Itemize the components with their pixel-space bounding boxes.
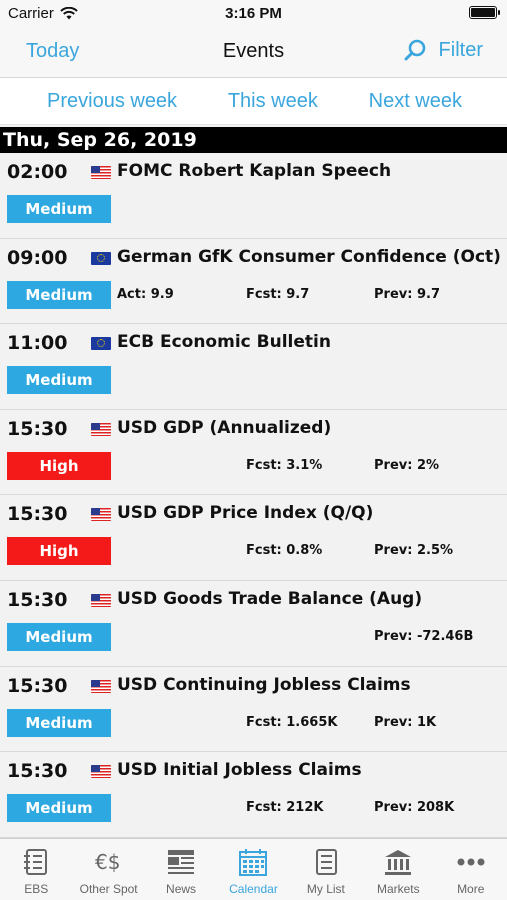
mylist-icon xyxy=(315,849,337,875)
event-title: USD GDP (Annualized) xyxy=(117,417,332,438)
previous-week-button[interactable]: Previous week xyxy=(47,90,177,113)
importance-badge: Medium xyxy=(7,195,111,223)
bank-icon xyxy=(385,850,412,875)
importance-badge: High xyxy=(7,451,111,480)
list-icon xyxy=(24,849,48,875)
search-icon xyxy=(404,39,425,61)
event-previous: Prev: 2% xyxy=(374,457,440,473)
battery-icon xyxy=(469,6,500,19)
event-previous: Prev: 2.5% xyxy=(374,543,454,559)
event-title: USD Goods Trade Balance (Aug) xyxy=(117,588,423,609)
next-week-button[interactable]: Next week xyxy=(369,90,462,113)
tab-news[interactable]: News xyxy=(145,839,217,900)
event-forecast: Fcst: 3.1% xyxy=(246,457,323,473)
tab-calendar[interactable]: Calendar xyxy=(217,839,289,900)
event-title: USD Initial Jobless Claims xyxy=(117,760,362,781)
status-time: 3:16 PM xyxy=(225,5,282,22)
events-list: 02:00 FOMC Robert Kaplan Speech Medium 0… xyxy=(0,153,507,838)
event-title: ECB Economic Bulletin xyxy=(117,332,331,353)
event-forecast: Fcst: 9.7 xyxy=(246,286,310,302)
importance-badge: Medium xyxy=(7,366,111,395)
event-row[interactable]: 15:30 USD Continuing Jobless Claims Medi… xyxy=(0,667,507,753)
event-row[interactable]: 11:00 ECB Economic Bulletin Medium xyxy=(0,324,507,410)
us-flag-icon xyxy=(91,765,111,779)
importance-badge: Medium xyxy=(7,794,111,823)
event-previous: Prev: -72.46B xyxy=(374,628,474,644)
eu-flag-icon xyxy=(91,337,111,351)
event-forecast: Fcst: 212K xyxy=(246,800,324,816)
event-row[interactable]: 15:30 USD GDP (Annualized) High Fcst: 3.… xyxy=(0,410,507,496)
us-flag-icon xyxy=(91,166,111,179)
tab-label: EBS xyxy=(24,882,49,896)
tab-label: More xyxy=(457,882,485,896)
calendar-icon xyxy=(239,849,268,876)
week-selector: Previous week This week Next week xyxy=(0,78,507,125)
event-time: 15:30 xyxy=(7,588,68,611)
event-title: USD GDP Price Index (Q/Q) xyxy=(117,503,374,524)
more-icon xyxy=(457,858,485,866)
status-bar: Carrier 3:16 PM xyxy=(0,0,507,28)
event-time: 15:30 xyxy=(7,503,68,526)
date-header: Thu, Sep 26, 2019 xyxy=(0,127,507,153)
tab-markets[interactable]: Markets xyxy=(362,839,434,900)
tab-my-list[interactable]: My List xyxy=(290,839,362,900)
tab-bar: EBS €$ Other Spot News Calendar My List … xyxy=(0,838,507,900)
event-title: FOMC Robert Kaplan Speech xyxy=(117,161,392,181)
event-time: 02:00 xyxy=(7,161,68,183)
event-time: 15:30 xyxy=(7,760,68,783)
tab-more[interactable]: More xyxy=(435,839,507,900)
today-button[interactable]: Today xyxy=(26,40,79,63)
event-previous: Prev: 9.7 xyxy=(374,286,440,302)
tab-ebs[interactable]: EBS xyxy=(0,839,72,900)
importance-badge: Medium xyxy=(7,622,111,651)
tab-label: News xyxy=(166,882,197,896)
event-previous: Prev: 1K xyxy=(374,714,437,730)
us-flag-icon xyxy=(91,422,111,436)
filter-button[interactable]: Filter xyxy=(403,38,483,62)
event-time: 09:00 xyxy=(7,246,68,269)
event-row[interactable]: 02:00 FOMC Robert Kaplan Speech Medium xyxy=(0,153,507,239)
event-row[interactable]: 15:30 USD Goods Trade Balance (Aug) Medi… xyxy=(0,581,507,667)
us-flag-icon xyxy=(91,593,111,607)
filter-label: Filter xyxy=(438,38,483,61)
this-week-button[interactable]: This week xyxy=(228,90,318,113)
tab-label: Calendar xyxy=(229,882,278,896)
tab-label: Other Spot xyxy=(79,882,138,896)
currency-icon: €$ xyxy=(95,850,120,874)
event-row[interactable]: 09:00 German GfK Consumer Confidence (Oc… xyxy=(0,239,507,325)
event-actual: Act: 9.9 xyxy=(117,286,174,302)
tab-label: Markets xyxy=(376,882,420,896)
nav-bar: Today Events Filter xyxy=(0,28,507,78)
event-row[interactable]: 15:30 USD GDP Price Index (Q/Q) High Fcs… xyxy=(0,495,507,581)
us-flag-icon xyxy=(91,679,111,693)
event-title: German GfK Consumer Confidence (Oct) xyxy=(117,246,501,267)
event-previous: Prev: 208K xyxy=(374,800,455,816)
eu-flag-icon xyxy=(91,251,111,265)
svg-text:€$: €$ xyxy=(95,850,120,874)
event-row[interactable]: 15:30 USD Initial Jobless Claims Medium … xyxy=(0,752,507,838)
event-forecast: Fcst: 0.8% xyxy=(246,543,323,559)
importance-badge: High xyxy=(7,537,111,566)
us-flag-icon xyxy=(91,508,111,522)
event-title: USD Continuing Jobless Claims xyxy=(117,674,411,695)
event-forecast: Fcst: 1.665K xyxy=(246,714,338,730)
event-time: 15:30 xyxy=(7,417,68,440)
event-time: 11:00 xyxy=(7,332,68,355)
importance-badge: Medium xyxy=(7,708,111,737)
tab-other-spot[interactable]: €$ Other Spot xyxy=(72,839,144,900)
importance-badge: Medium xyxy=(7,280,111,309)
event-time: 15:30 xyxy=(7,674,68,697)
tab-label: My List xyxy=(306,882,345,896)
newspaper-icon xyxy=(168,850,195,874)
